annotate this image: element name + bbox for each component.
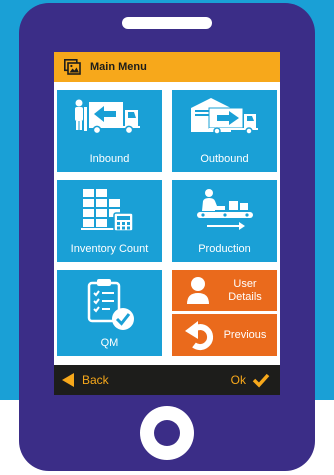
phone-frame: Main Menu Inbound Outbound Inventory Cou…: [19, 3, 315, 471]
user-details-tile[interactable]: User Details: [172, 270, 277, 311]
qm-tile[interactable]: QM: [57, 270, 162, 356]
qm-checklist-icon: [87, 279, 134, 330]
production-conveyor-icon: [197, 189, 253, 230]
outbound-tile[interactable]: Outbound: [172, 90, 277, 172]
inbound-label: Inbound: [89, 153, 130, 165]
back-button[interactable]: Back: [61, 365, 109, 395]
check-icon: [252, 373, 270, 388]
inventory-count-icon: [81, 189, 134, 232]
image-gallery-icon: [64, 59, 81, 75]
production-label: Production: [198, 243, 251, 255]
page-title: Main Menu: [90, 61, 147, 73]
inventory-count-label: Inventory Count: [70, 243, 149, 255]
ok-label: Ok: [230, 373, 246, 387]
outbound-label: Outbound: [200, 153, 249, 165]
home-button[interactable]: [140, 406, 194, 460]
undo-arrow-icon: [185, 321, 214, 351]
title-bar: Main Menu: [54, 52, 280, 82]
back-label: Back: [82, 373, 109, 387]
user-details-label: User Details: [228, 278, 262, 303]
phone-screen: Main Menu Inbound Outbound Inventory Cou…: [54, 52, 280, 395]
inbound-truck-icon: [75, 99, 140, 134]
qm-label: QM: [100, 337, 119, 349]
previous-tile[interactable]: Previous: [172, 314, 277, 356]
inventory-count-tile[interactable]: Inventory Count: [57, 180, 162, 262]
inbound-tile[interactable]: Inbound: [57, 90, 162, 172]
production-tile[interactable]: Production: [172, 180, 277, 262]
outbound-truck-icon: [191, 98, 258, 134]
left-triangle-icon: [62, 373, 74, 387]
bottom-bar: Back Ok: [54, 365, 280, 395]
ok-button[interactable]: Ok: [231, 365, 270, 395]
speaker-slot: [122, 17, 212, 29]
user-icon: [187, 277, 209, 304]
previous-label: Previous: [223, 329, 267, 341]
